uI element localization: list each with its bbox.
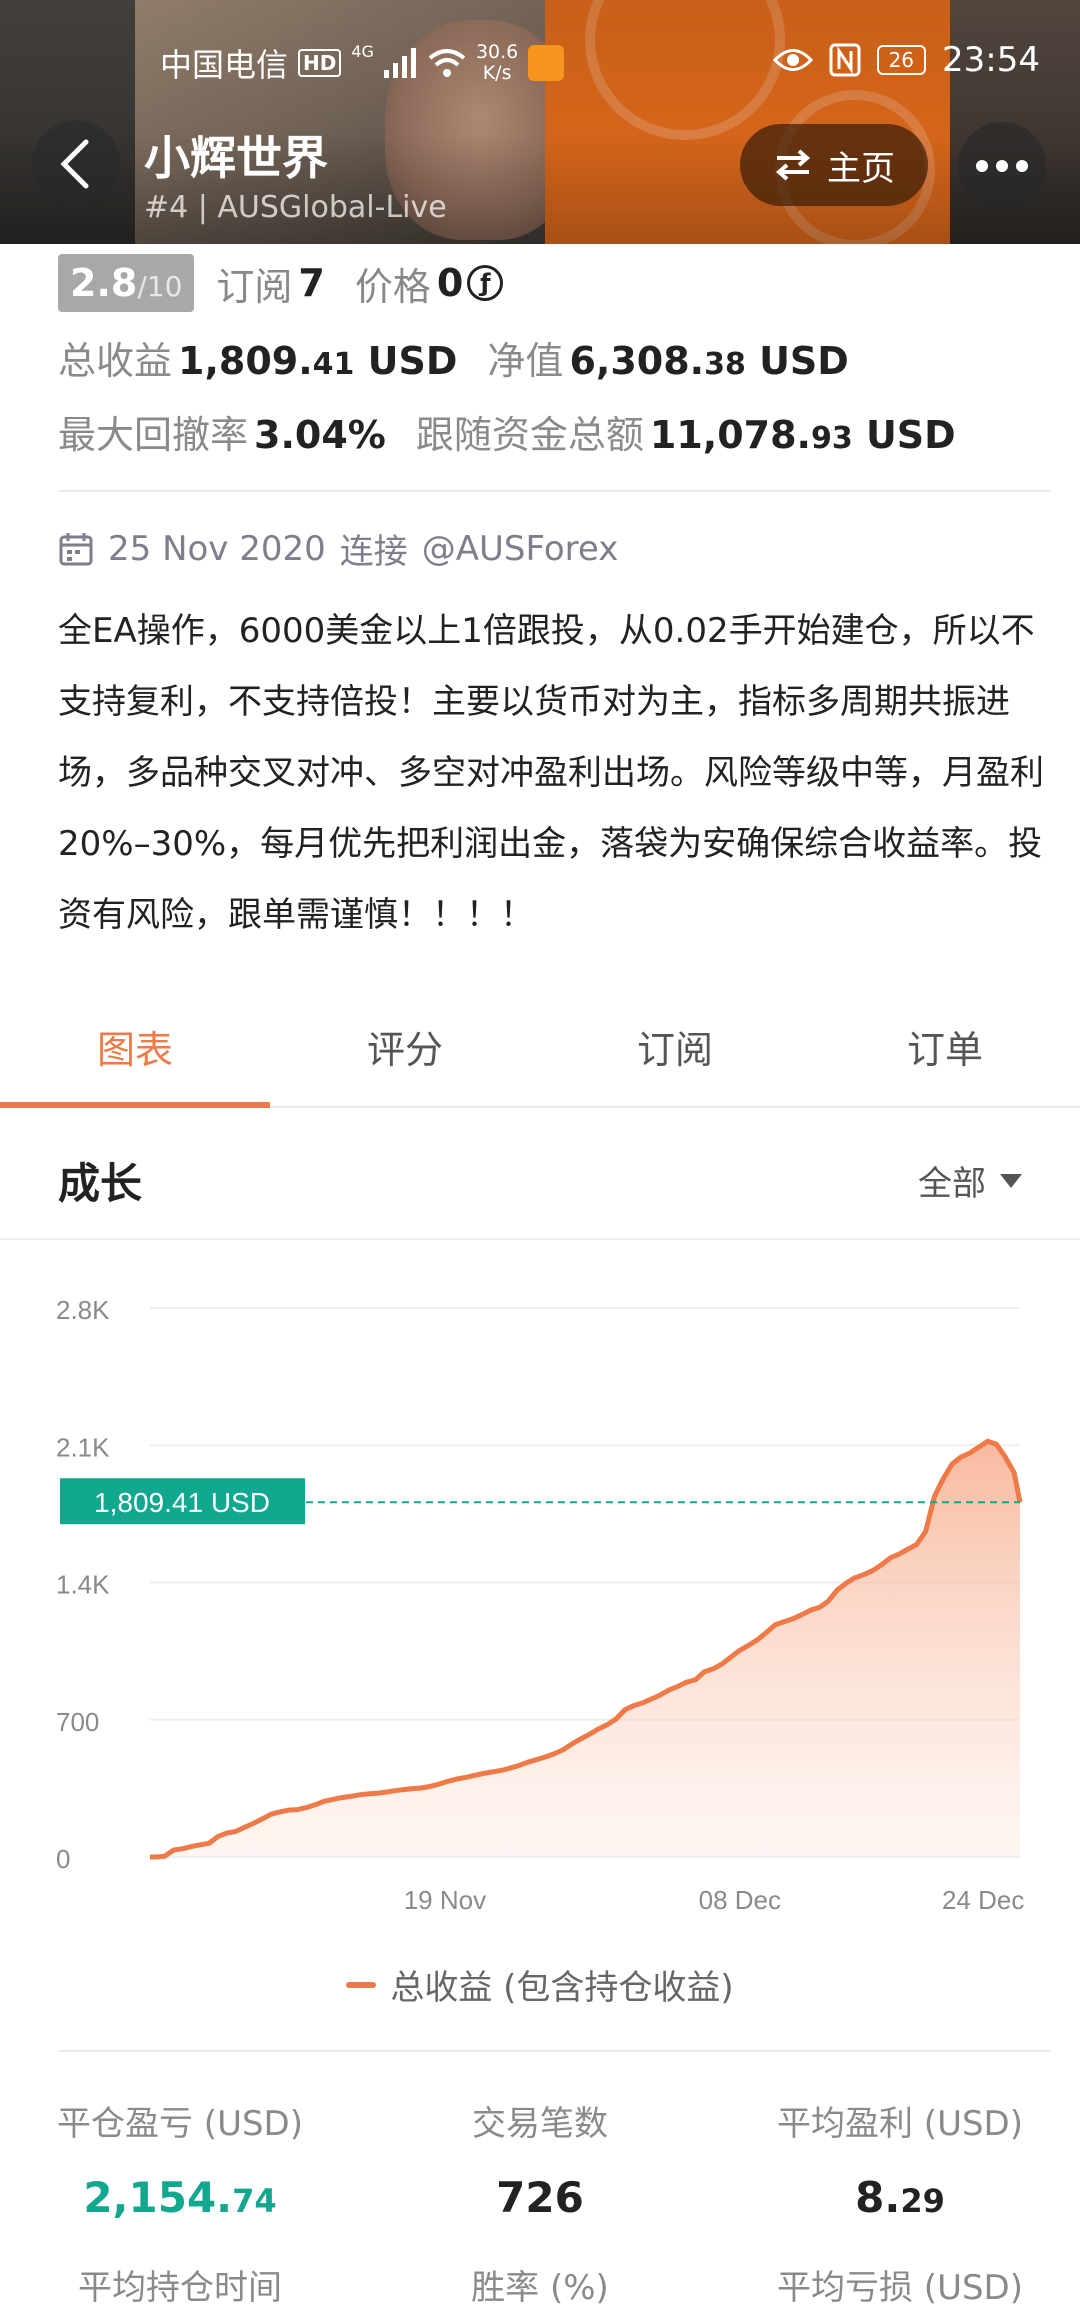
max-drawdown-value: 3.04% <box>254 413 386 457</box>
kpi-avg-profit: 平均盈利 (USD) 8.29 <box>720 2096 1080 2222</box>
divider <box>58 2050 1050 2052</box>
kpi-value: 8.29 <box>855 2173 945 2222</box>
y-tick-label: 700 <box>56 1707 99 1737</box>
home-button[interactable]: 主页 <box>740 124 928 206</box>
score-badge: 2.8/10 <box>58 254 195 312</box>
divider <box>58 490 1050 492</box>
more-dot-icon <box>976 160 988 172</box>
connect-date: 25 Nov 2020 <box>108 528 326 569</box>
chevron-left-icon <box>60 139 89 189</box>
kpi-value: 726 <box>496 2173 584 2222</box>
kpi-closed-pnl: 平仓盈亏 (USD) 2,154.74 <box>0 2096 360 2222</box>
section-title: 成长 <box>58 1159 143 1208</box>
tab-orders[interactable]: 订单 <box>810 1000 1080 1106</box>
kpi-label: 平均持仓时间 <box>78 2268 282 2308</box>
signal-icon <box>383 48 416 78</box>
current-value-label: 1,809.41 USD <box>94 1487 270 1518</box>
kpi-value: 2,154.74 <box>83 2173 277 2222</box>
tab-rating[interactable]: 评分 <box>270 1000 540 1106</box>
subscribe-count: 7 <box>298 261 325 305</box>
tab-bar: 图表 评分 订阅 订单 <box>0 1000 1080 1108</box>
score-value: 2.8 <box>70 261 138 305</box>
x-tick-label: 08 Dec <box>699 1885 781 1915</box>
connect-label: 连接 <box>339 532 408 572</box>
network-speed: 30.6 K/s <box>475 41 519 84</box>
battery-icon: 26 <box>876 45 927 75</box>
growth-chart[interactable]: 0 700 1.4K 2.1K 2.8K 19 Nov 08 Dec 24 Dec 1,809.… <box>0 1260 1080 1920</box>
kpi-label: 平均亏损 (USD) <box>777 2268 1023 2308</box>
account-subtitle: #4 | AUSGlobal-Live <box>144 190 447 225</box>
swap-icon <box>775 149 811 181</box>
y-tick-label: 2.8K <box>56 1295 110 1325</box>
tab-subscriptions[interactable]: 订阅 <box>540 1000 810 1106</box>
x-tick-label: 19 Nov <box>404 1885 486 1915</box>
total-profit-label: 总收益 <box>58 339 173 383</box>
y-tick-label: 1.4K <box>56 1570 110 1600</box>
tab-chart[interactable]: 图表 <box>0 1000 270 1108</box>
app-notification-icon <box>528 45 565 81</box>
profile-header: 中国电信 HD 4G 30.6 K/s 26 23:54 小辉世界 #4 | AU… <box>0 0 1080 244</box>
x-tick-label: 24 Dec <box>942 1885 1024 1915</box>
kpi-trade-count: 交易笔数 726 <box>360 2096 720 2222</box>
range-label: 全部 <box>918 1164 986 1204</box>
kpi-avg-hold-time: 平均持仓时间 <box>0 2260 360 2309</box>
kpi-label: 胜率 (%) <box>471 2268 609 2308</box>
kpi-label: 平仓盈亏 (USD) <box>57 2104 303 2144</box>
follow-funds-label: 跟随资金总额 <box>415 413 644 457</box>
range-dropdown[interactable]: 全部 <box>918 1156 1022 1205</box>
follow-funds-value: 11,078.93 USD <box>649 413 956 457</box>
calendar-icon <box>59 532 93 565</box>
more-options-button[interactable] <box>958 122 1046 210</box>
legend-swatch <box>346 1981 377 1988</box>
growth-section-header: 成长 全部 <box>0 1110 1080 1240</box>
price-value: 0 <box>436 261 464 305</box>
strategy-description: 全EA操作，6000美金以上1倍跟投，从0.02手开始建仓，所以不支持复利，不支… <box>58 611 1044 935</box>
stats-row-1: 总收益 1,809.41 USD 净值 6,308.38 USD <box>58 330 849 385</box>
legend-label: 总收益 (包含持仓收益) <box>390 1968 734 2008</box>
meta-row: 25 Nov 2020 连接 @AUSForex <box>58 524 618 573</box>
kpi-label: 平均盈利 (USD) <box>777 2104 1023 2144</box>
growth-chart-svg: 0 700 1.4K 2.1K 2.8K 19 Nov 08 Dec 24 Dec 1,809.… <box>56 1295 1024 1915</box>
home-button-label: 主页 <box>827 148 895 189</box>
kpi-win-rate: 胜率 (%) <box>360 2260 720 2309</box>
net-value-value: 6,308.38 USD <box>569 339 849 383</box>
status-bar: 中国电信 HD 4G 30.6 K/s 26 23:54 <box>0 36 1080 86</box>
chart-legend: 总收益 (包含持仓收益) <box>0 1960 1080 2009</box>
y-tick-label: 2.1K <box>56 1432 110 1462</box>
subscribe-label: 订阅 <box>216 264 293 309</box>
stats-row-2: 最大回撤率 3.04% 跟随资金总额 11,078.93 USD <box>58 404 956 459</box>
clock: 23:54 <box>942 40 1040 80</box>
kpi-label: 交易笔数 <box>472 2104 608 2144</box>
rating-row: 2.8/10 订阅 7 价格 0 ƒ <box>58 254 504 312</box>
max-drawdown-label: 最大回撤率 <box>58 413 249 457</box>
coin-icon: ƒ <box>467 265 504 301</box>
carrier-label: 中国电信 <box>160 46 289 84</box>
net-value-label: 净值 <box>487 339 564 383</box>
wifi-icon <box>428 49 466 77</box>
back-button[interactable] <box>32 120 120 208</box>
price-label: 价格 <box>354 264 431 309</box>
nfc-icon <box>829 43 861 77</box>
broker-link[interactable]: @AUSForex <box>422 529 619 569</box>
total-profit-value: 1,809.41 USD <box>178 339 458 383</box>
caret-down-icon <box>1000 1173 1022 1188</box>
kpi-avg-loss: 平均亏损 (USD) <box>720 2260 1080 2309</box>
page-title: 小辉世界 <box>144 131 328 185</box>
network-type: 4G <box>351 41 374 61</box>
hd-badge: HD <box>298 49 342 77</box>
eye-icon <box>772 49 813 71</box>
y-tick-label: 0 <box>56 1844 70 1874</box>
score-denominator: /10 <box>137 270 183 303</box>
